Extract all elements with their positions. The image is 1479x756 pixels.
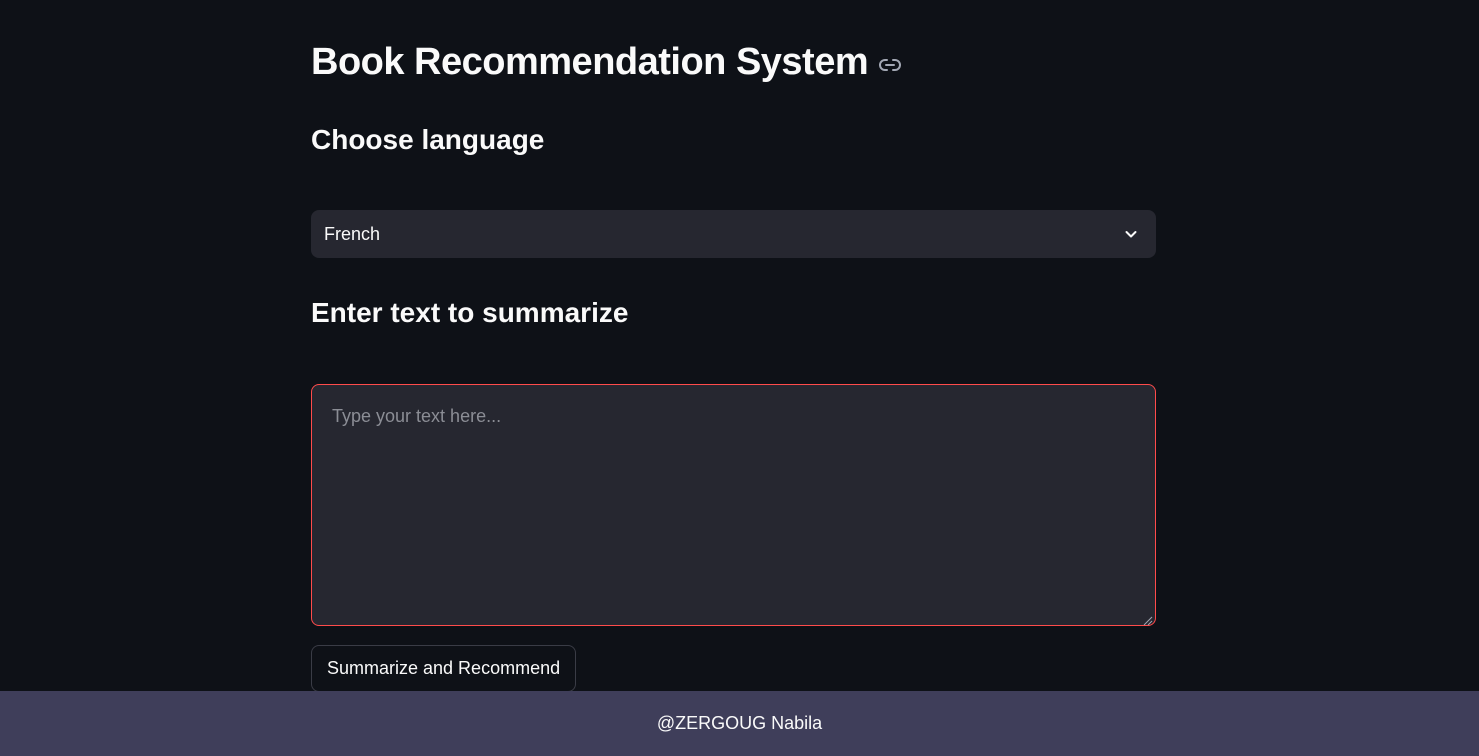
language-select-value: French [324,223,381,244]
summary-text-input[interactable] [312,385,1155,625]
summarize-subheader: Enter text to summarize [311,297,629,328]
footer: @ZERGOUG Nabila [0,691,1479,756]
language-subheader: Choose language [311,124,545,155]
page-title: Book Recommendation System [311,41,869,83]
resize-handle-icon[interactable] [1143,613,1153,626]
link-icon[interactable] [878,53,902,77]
footer-credit: @ZERGOUG Nabila [656,713,823,733]
app-page: Book Recommendation System Choose langua… [0,0,1479,756]
summarize-and-recommend-button[interactable]: Summarize and Recommend [311,645,577,692]
language-select[interactable]: French [311,210,1156,258]
summary-text-area-container [311,384,1156,626]
title-row: Book Recommendation System [311,38,902,86]
chevron-down-icon [1122,225,1140,243]
